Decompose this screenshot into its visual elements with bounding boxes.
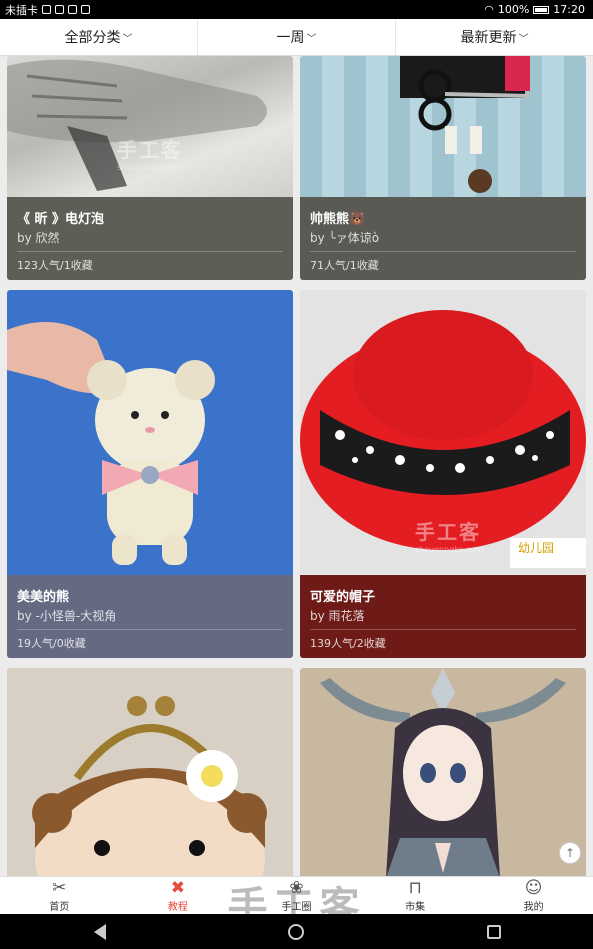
card-stats: 19人气/0收藏 [17,637,86,650]
card-title: 可爱的帽子 [310,590,376,605]
tab-circle[interactable]: ❀ 手工圈 [237,877,356,914]
chevron-down-icon: ﹀ [518,33,529,45]
bottom-tab-bar: ✂ 首页 ✖ 教程 ❀ 手工圈 ⊓ 市集 ☺ 我的 [0,876,593,914]
system-nav-bar [0,914,593,949]
home-icon[interactable] [287,923,304,940]
tab-home[interactable]: ✂ 首页 [0,877,119,914]
filter-category[interactable]: 全部分类 ﹀ [0,19,198,55]
card-stats: 71人气/1收藏 [310,259,379,272]
tutorial-card[interactable]: 美美的熊 by -小怪兽-大视角 19人气/0收藏 [7,290,293,658]
back-icon[interactable] [92,923,106,940]
filter-category-label: 全部分类 [64,30,121,46]
user-icon: ☺ [524,877,543,898]
card-author: by -小怪兽-大视角 [17,609,117,623]
image-watermark: 手工客 shougongke.com [415,520,484,554]
filter-bar: 全部分类 ﹀ 一周 ﹀ 最新更新 ﹀ [0,19,593,56]
card-image [7,290,293,575]
card-info: 帅熊熊🐻 by ╰ァ体谅ò 71人气/1收藏 [300,197,586,280]
tab-profile[interactable]: ☺ 我的 [474,877,593,914]
tab-label: 我的 [523,901,544,913]
tutorial-card[interactable] [300,668,586,876]
recent-apps-icon[interactable] [487,924,502,939]
card-stats: 139人气/2收藏 [310,637,386,650]
card-image [7,668,293,876]
scroll-top-button[interactable]: ↑ [559,842,581,864]
card-info: 《 昕 》电灯泡 by 欣然 123人气/1收藏 [7,197,293,280]
notification-icon [68,5,77,14]
carrier-text: 未插卡 [5,3,38,17]
tab-tutorials[interactable]: ✖ 教程 [119,877,238,914]
card-image [300,56,586,197]
card-author: by 欣然 [17,231,60,245]
svg-text:幼儿园: 幼儿园 [518,541,554,555]
clock: 17:20 [553,3,585,16]
tutorial-card[interactable]: 帅熊熊🐻 by ╰ァ体谅ò 71人气/1收藏 [300,56,586,280]
card-image [300,668,586,876]
card-info: 美美的熊 by -小怪兽-大视角 19人气/0收藏 [7,575,293,658]
card-title: 美美的熊 [17,590,70,605]
card-title: 《 昕 》电灯泡 [17,212,105,227]
chevron-down-icon: ﹀ [122,33,133,45]
battery-icon [533,5,550,14]
app-icon [81,5,90,14]
tutorial-card[interactable]: 手工客 shougongke.com 《 昕 》电灯泡 by 欣然 123人气/1… [7,56,293,280]
card-title: 帅熊熊🐻 [310,212,366,227]
tab-label: 教程 [167,901,188,913]
status-bar: 未插卡 ◠ 100% 17:20 [0,0,593,19]
card-info: 可爱的帽子 by 雨花落 139人气/2收藏 [300,575,586,658]
tab-label: 首页 [49,901,70,913]
scissors-icon: ✂ [52,877,67,898]
wifi-icon: ◠ [484,3,494,16]
card-stats: 123人气/1收藏 [17,259,93,272]
filter-period-label: 一周 [276,30,305,46]
tab-label: 手工圈 [281,901,312,913]
tutorial-card[interactable]: 幼儿园 手工客 shougongke.com 可爱的帽子 by 雨花落 139人气… [300,290,586,658]
tutorial-feed: 手工客 shougongke.com 《 昕 》电灯泡 by 欣然 123人气/1… [0,56,593,876]
battery-percent: 100% [497,3,530,16]
image-icon [55,5,64,14]
cross-icon: ✖ [170,877,186,898]
card-image: 手工客 shougongke.com [7,56,293,197]
card-author: by ╰ァ体谅ò [310,231,380,245]
card-image: 幼儿园 手工客 shougongke.com [300,290,586,575]
image-watermark: 手工客 shougongke.com [117,138,186,172]
sim-icon [42,5,51,14]
flower-icon: ❀ [289,877,304,898]
filter-sort[interactable]: 最新更新 ﹀ [396,19,593,55]
tutorial-card[interactable] [7,668,293,876]
tab-label: 市集 [405,901,426,913]
filter-period[interactable]: 一周 ﹀ [198,19,396,55]
tab-market[interactable]: ⊓ 市集 [356,877,475,914]
arrow-up-icon: ↑ [564,846,576,860]
bag-icon: ⊓ [408,877,422,898]
card-author: by 雨花落 [310,609,365,623]
filter-sort-label: 最新更新 [460,30,517,46]
chevron-down-icon: ﹀ [306,33,317,45]
